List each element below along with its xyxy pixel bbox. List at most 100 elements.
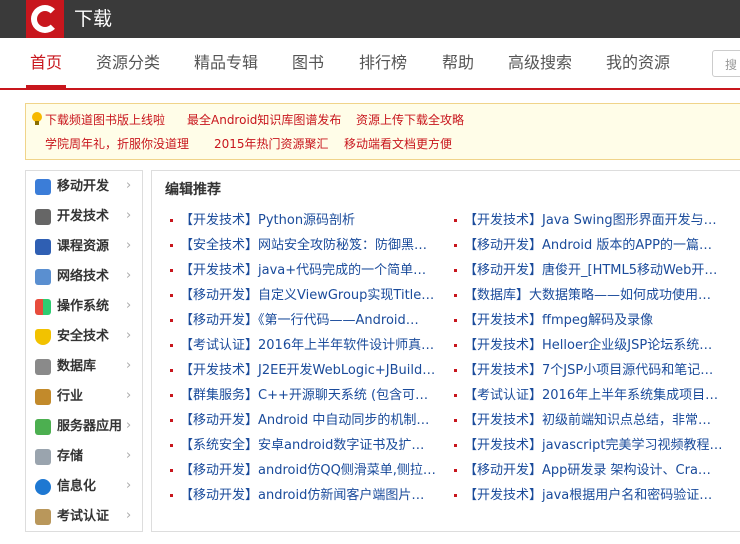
recommendation-link[interactable]: 【开发技术】javascript完美学习视频教程… [454,436,729,456]
recommendation-text: 【开发技术】7个JSP小项目源代码和笔记… [464,363,714,378]
nav-rankings[interactable]: 排行榜 [359,52,407,74]
chevron-right-icon: › [126,478,132,493]
recommendation-link[interactable]: 【开发技术】7个JSP小项目源代码和笔记… [454,361,729,381]
recommendation-link[interactable]: 【开发技术】java根据用户名和密码验证… [454,486,729,506]
recommendation-text: 【移动开发】自定义ViewGroup实现Title… [180,288,435,303]
sidebar-item-network-tech[interactable]: 网络技术 › [26,262,142,292]
chevron-right-icon: › [126,448,132,463]
recommendation-link[interactable]: 【考试认证】2016年上半年软件设计师真… [170,336,445,356]
recommendation-text: 【移动开发】App研发录 架构设计、Cra… [464,463,711,478]
bullet-icon [454,269,457,272]
globe-icon [35,479,51,495]
bullet-icon [454,219,457,222]
recommendation-link[interactable]: 【开发技术】初级前端知识点总结，非常… [454,411,729,431]
bullet-icon [170,394,173,397]
app-title: 下载 [74,8,113,30]
recommendation-text: 【开发技术】java+代码完成的一个简单… [180,263,427,278]
recommendation-link[interactable]: 【移动开发】android仿新闻客户端图片… [170,486,445,506]
sidebar-item-mobile-dev[interactable]: 移动开发 › [26,172,142,202]
notice-link[interactable]: 最全Android知识库图谱发布 [187,112,341,128]
section-title: 编辑推荐 [165,182,221,198]
bullet-icon [170,369,173,372]
book-icon [35,239,51,255]
bullet-icon [170,494,173,497]
recommendation-text: 【系统安全】安卓android数字证书及扩… [180,438,425,453]
sidebar-item-label: 数据库 [57,359,97,374]
recommendation-link[interactable]: 【开发技术】Python源码剖析 [170,211,445,231]
sidebar-item-label: 服务器应用 [57,419,123,434]
nav-home[interactable]: 首页 [30,52,62,74]
csdn-logo-icon[interactable] [26,0,64,38]
sidebar-item-server-apps[interactable]: 服务器应用 › [26,412,142,442]
recommendation-text: 【开发技术】javascript完美学习视频教程… [464,438,723,453]
nav-help[interactable]: 帮助 [442,52,474,74]
recommendation-link[interactable]: 【移动开发】自定义ViewGroup实现Title… [170,286,445,306]
sidebar-item-label: 行业 [57,389,84,404]
recommendation-link[interactable]: 【移动开发】唐俊开_[HTML5移动Web开… [454,261,729,281]
nav-my-resources[interactable]: 我的资源 [606,52,670,74]
recommendation-link[interactable]: 【数据库】大数据策略——如何成功使用… [454,286,729,306]
nav-active-underline [26,85,66,88]
bullet-icon [454,444,457,447]
chevron-right-icon: › [126,328,132,343]
bullet-icon [454,294,457,297]
recommendation-link[interactable]: 【移动开发】App研发录 架构设计、Cra… [454,461,729,481]
recommendation-link[interactable]: 【移动开发】Android 中自动同步的机制… [170,411,445,431]
sidebar-item-label: 考试认证 [57,509,110,524]
recommendation-text: 【移动开发】唐俊开_[HTML5移动Web开… [464,263,718,278]
recommendation-text: 【开发技术】初级前端知识点总结，非常… [464,413,712,428]
nav-featured-albums[interactable]: 精品专辑 [194,52,258,74]
chevron-right-icon: › [126,178,132,193]
sidebar-item-dev-tech[interactable]: 开发技术 › [26,202,142,232]
industry-icon [35,389,51,405]
sidebar-item-informatization[interactable]: 信息化 › [26,472,142,502]
chevron-right-icon: › [126,388,132,403]
recommendation-link[interactable]: 【移动开发】《第一行代码——Android… [170,311,445,331]
sidebar-item-label: 移动开发 [57,179,110,194]
sidebar-item-operating-systems[interactable]: 操作系统 › [26,292,142,322]
sidebar-item-label: 安全技术 [57,329,110,344]
bullet-icon [454,394,457,397]
recommendation-text: 【移动开发】android仿新闻客户端图片… [180,488,425,503]
recommendation-link[interactable]: 【群集服务】C++开源聊天系统 (包含可… [170,386,445,406]
recommendation-text: 【安全技术】网站安全攻防秘笈：防御黑… [180,238,428,253]
nav-books[interactable]: 图书 [292,52,324,74]
search-input[interactable]: 搜 [712,50,740,77]
sidebar-item-label: 操作系统 [57,299,110,314]
notice-link[interactable]: 学院周年礼，折服你没道理 [45,136,189,152]
recommendation-link[interactable]: 【移动开发】Android 版本的APP的一篇… [454,236,729,256]
recommendation-link[interactable]: 【开发技术】ffmpeg解码及录像 [454,311,729,331]
recommendation-text: 【移动开发】Android 版本的APP的一篇… [464,238,712,253]
nav-advanced-search[interactable]: 高级搜索 [508,52,572,74]
printer-icon [35,449,51,465]
hammer-icon [35,209,51,225]
recommendation-link[interactable]: 【开发技术】Helloer企业级JSP论坛系统… [454,336,729,356]
notice-link[interactable]: 资源上传下载全攻略 [356,112,464,128]
recommendation-link[interactable]: 【考试认证】2016年上半年系统集成项目… [454,386,729,406]
network-icon [35,269,51,285]
recommendation-link[interactable]: 【安全技术】网站安全攻防秘笈：防御黑… [170,236,445,256]
sidebar-item-exam-certification[interactable]: 考试认证 › [26,502,142,532]
bullet-icon [454,494,457,497]
sidebar-item-security-tech[interactable]: 安全技术 › [26,322,142,352]
sidebar-item-database[interactable]: 数据库 › [26,352,142,382]
recommendation-text: 【开发技术】Python源码剖析 [180,213,356,228]
recommendation-link[interactable]: 【系统安全】安卓android数字证书及扩… [170,436,445,456]
notice-link[interactable]: 移动端看文档更方便 [344,136,452,152]
recommendation-link[interactable]: 【开发技术】java+代码完成的一个简单… [170,261,445,281]
sidebar-item-industry[interactable]: 行业 › [26,382,142,412]
recommendation-link[interactable]: 【开发技术】Java Swing图形界面开发与… [454,211,729,231]
chevron-right-icon: › [126,418,132,433]
notice-link[interactable]: 下载频道图书版上线啦 [45,112,165,128]
recommendation-link[interactable]: 【移动开发】android仿QQ侧滑菜单,侧拉… [170,461,445,481]
sidebar-item-course-resources[interactable]: 课程资源 › [26,232,142,262]
recommendation-link[interactable]: 【开发技术】J2EE开发WebLogic+JBuild… [170,361,445,381]
top-bar: 下载 [0,0,740,38]
nav-resource-categories[interactable]: 资源分类 [96,52,160,74]
bullet-icon [170,419,173,422]
recommendation-text: 【数据库】大数据策略——如何成功使用… [464,288,712,303]
notice-link[interactable]: 2015年热门资源聚汇 [214,136,329,152]
sidebar-item-storage[interactable]: 存储 › [26,442,142,472]
sidebar-item-label: 开发技术 [57,209,110,224]
bullet-icon [454,419,457,422]
